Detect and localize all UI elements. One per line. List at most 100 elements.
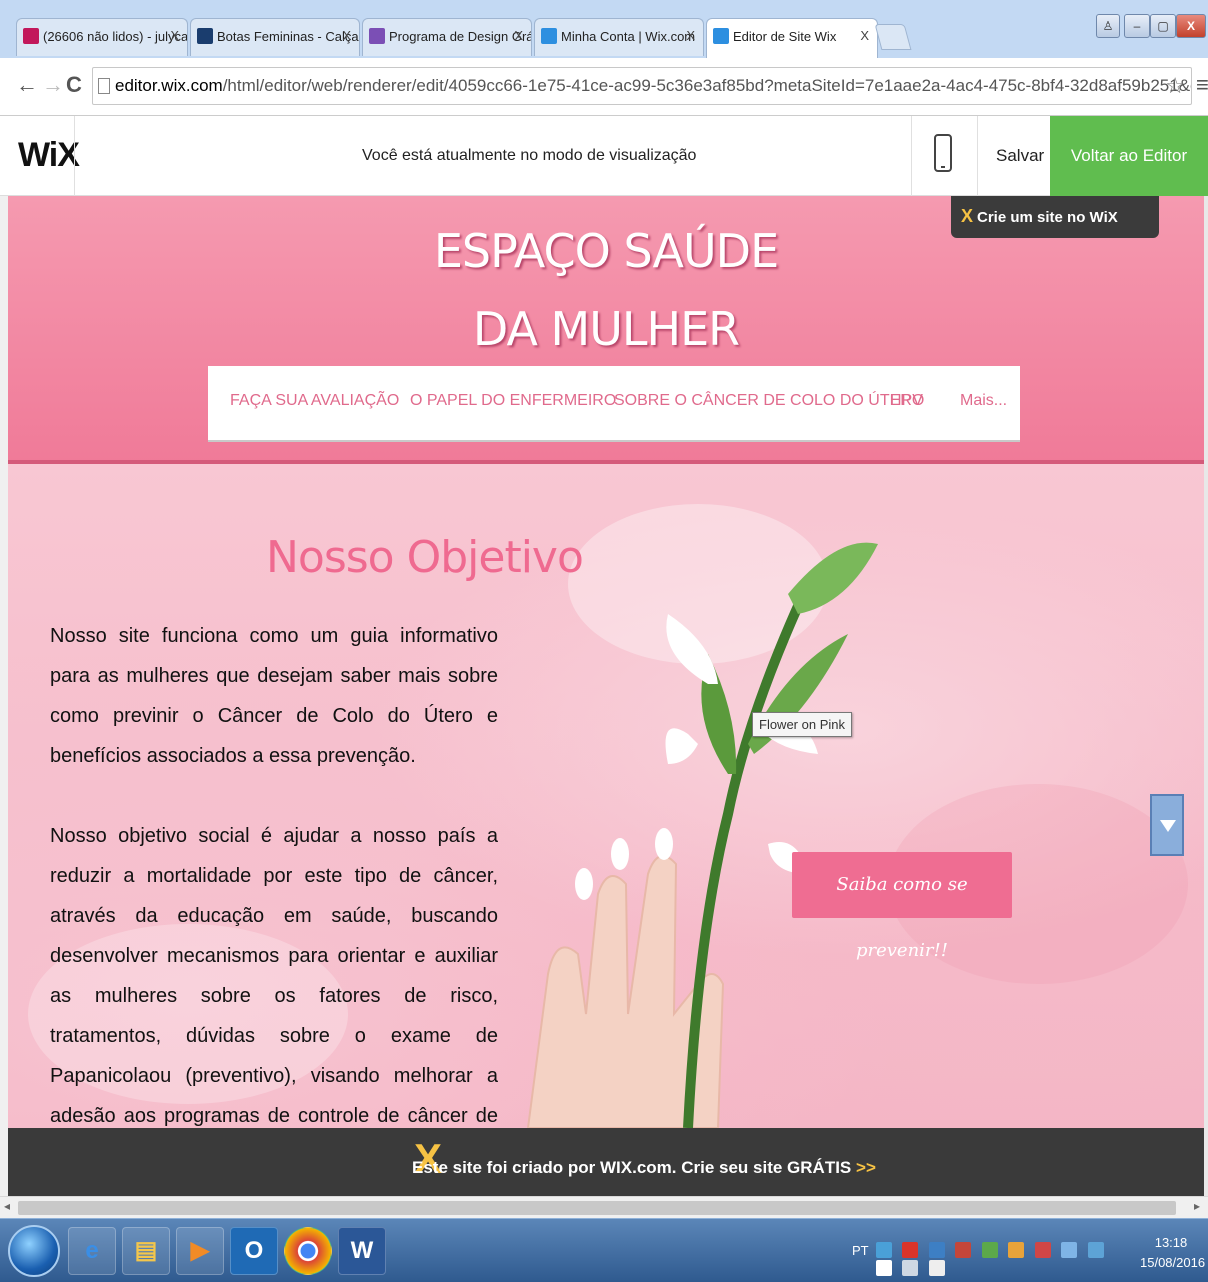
image-tooltip: Flower on Pink — [752, 712, 852, 737]
fingernail — [611, 838, 629, 870]
close-window-button[interactable]: X — [1176, 14, 1206, 38]
page-icon — [98, 78, 110, 94]
objective-paragraph-1: Nosso site funciona como um guia informa… — [50, 625, 498, 767]
user-icon[interactable]: ♙ — [1096, 14, 1120, 38]
site-title-line2: DA MULHER — [472, 302, 740, 356]
back-to-editor-button[interactable]: Voltar ao Editor — [1050, 116, 1208, 196]
language-indicator[interactable]: PT — [852, 1243, 869, 1258]
objective-section: Nosso Objetivo Nosso site funciona como … — [8, 464, 1204, 1167]
new-tab-button[interactable] — [874, 24, 912, 50]
prevent-cta-button[interactable]: Saiba como se prevenir!! — [792, 852, 1012, 961]
nav-item-cancer[interactable]: SOBRE O CÂNCER DE COLO DO ÚTERO — [614, 392, 924, 410]
tray-icon[interactable] — [1034, 1241, 1051, 1258]
forward-arrow-icon[interactable]: → — [42, 72, 64, 98]
url-path: /html/editor/web/renderer/edit/4059cc66-… — [222, 76, 1191, 95]
tray-icon[interactable] — [902, 1241, 919, 1258]
start-button[interactable] — [8, 1225, 60, 1277]
url-input[interactable]: editor.wix.com/html/editor/web/renderer/… — [92, 67, 1192, 105]
file-explorer-icon[interactable]: ▤ — [122, 1227, 170, 1275]
mobile-view-icon[interactable] — [934, 134, 952, 172]
site-preview: ESPAÇO SAÚDE DA MULHER FAÇA SUA AVALIAÇÃ… — [0, 196, 1208, 1196]
bookmark-star-icon[interactable]: ☆ — [1165, 73, 1185, 99]
tab-close-icon[interactable]: X — [342, 28, 351, 43]
tray-icon[interactable] — [1008, 1241, 1025, 1258]
system-tray — [876, 1241, 1136, 1276]
tray-icon[interactable] — [1087, 1241, 1104, 1258]
windows-taskbar: e ▤ ▶ O W PT 13:18 15/08/2016 — [0, 1218, 1208, 1282]
wix-favicon-icon — [541, 28, 557, 44]
url-host: editor.wix.com — [115, 76, 223, 95]
wix-ad-arrows: >> — [856, 1158, 876, 1177]
tab-gmail[interactable]: (26606 não lidos) - julycal X — [16, 18, 188, 56]
save-button[interactable]: Salvar — [996, 146, 1044, 166]
tray-icon[interactable] — [928, 1241, 945, 1258]
wix-preview-bar: WiX Você está atualmente no modo de visu… — [0, 116, 1208, 196]
tab-botas[interactable]: Botas Femininas - Calçado X — [190, 18, 360, 56]
nav-item-enfermeiro[interactable]: O PAPEL DO ENFERMEIRO — [410, 392, 616, 410]
tab-label: Programa de Design Gráf — [389, 29, 532, 44]
petal — [666, 614, 718, 684]
vertical-scrollbar[interactable] — [1204, 196, 1208, 1196]
tab-close-icon[interactable]: X — [860, 28, 869, 43]
wix-ad-text: Este site foi criado por WIX.com. Crie s… — [412, 1158, 876, 1178]
tab-wix-account[interactable]: Minha Conta | Wix.com X — [534, 18, 704, 56]
minimize-button[interactable]: – — [1124, 14, 1150, 38]
divider — [911, 116, 912, 196]
nav-item-avaliacao[interactable]: FAÇA SUA AVALIAÇÃO — [230, 392, 399, 410]
preview-mode-message: Você está atualmente no modo de visualiz… — [362, 147, 697, 164]
scroll-down-button[interactable] — [1150, 794, 1184, 856]
media-player-icon[interactable]: ▶ — [176, 1227, 224, 1275]
clock-time: 13:18 — [1154, 1235, 1188, 1250]
objective-paragraph-2: Nosso objetivo social é ajudar a nosso p… — [50, 825, 498, 1167]
create-site-label: Crie um site no WiX — [977, 209, 1118, 226]
site-nav-menu: FAÇA SUA AVALIAÇÃO O PAPEL DO ENFERMEIRO… — [208, 366, 1020, 442]
wix-logo: WiX — [18, 136, 80, 174]
internet-explorer-icon[interactable]: e — [68, 1227, 116, 1275]
browser-tab-bar: (26606 não lidos) - julycal X Botas Femi… — [0, 0, 1208, 58]
wix-x-icon: X — [961, 206, 974, 226]
reload-icon[interactable]: C — [66, 72, 82, 98]
flower-bud — [788, 542, 878, 614]
scroll-left-icon[interactable]: ◂ — [4, 1199, 10, 1213]
wix-ad-banner[interactable]: X Este site foi criado por WIX.com. Crie… — [8, 1128, 1204, 1196]
scroll-right-icon[interactable]: ▸ — [1194, 1199, 1200, 1213]
site-title: ESPAÇO SAÚDE DA MULHER — [8, 224, 1204, 356]
tab-close-icon[interactable]: X — [170, 28, 179, 43]
tray-icon[interactable] — [955, 1241, 972, 1258]
browser-menu-icon[interactable]: ≡ — [1196, 72, 1208, 98]
flag-icon[interactable] — [876, 1259, 892, 1276]
wix-favicon-icon — [713, 28, 729, 44]
create-site-badge[interactable]: X Crie um site no WiX — [951, 196, 1159, 238]
address-bar: ← → C editor.wix.com/html/editor/web/ren… — [0, 58, 1208, 116]
maximize-button[interactable]: ▢ — [1150, 14, 1176, 38]
tab-close-icon[interactable]: X — [686, 28, 695, 43]
scrollbar-thumb[interactable] — [18, 1201, 1176, 1215]
fingernail — [575, 868, 593, 900]
divider — [977, 116, 978, 196]
back-arrow-icon[interactable]: ← — [16, 72, 38, 98]
outlook-icon[interactable]: O — [230, 1227, 278, 1275]
tab-wix-editor[interactable]: Editor de Site Wix X — [706, 18, 878, 58]
chrome-icon[interactable] — [284, 1227, 332, 1275]
clock[interactable]: 13:18 15/08/2016 — [1140, 1233, 1206, 1273]
nav-item-hpv[interactable]: HPV — [890, 392, 923, 410]
tray-icon[interactable] — [876, 1241, 892, 1258]
horizontal-scrollbar[interactable]: ◂ ▸ — [0, 1196, 1208, 1218]
design-favicon-icon — [369, 28, 385, 44]
site-favicon-icon — [197, 28, 213, 44]
tab-design[interactable]: Programa de Design Gráf X — [362, 18, 532, 56]
tab-label: Editor de Site Wix — [733, 29, 837, 44]
tab-close-icon[interactable]: X — [514, 28, 523, 43]
tray-icon[interactable] — [981, 1241, 998, 1258]
tab-label: Minha Conta | Wix.com — [561, 29, 696, 44]
network-icon[interactable] — [902, 1259, 919, 1276]
mail-icon — [23, 28, 39, 44]
clock-date: 15/08/2016 — [1140, 1255, 1206, 1270]
volume-icon[interactable] — [928, 1259, 945, 1276]
nav-item-more[interactable]: Mais... — [960, 392, 1007, 410]
tray-icon[interactable] — [1061, 1241, 1078, 1258]
petal — [665, 728, 698, 764]
flower-on-pink-image — [526, 542, 878, 1128]
fingernail — [655, 828, 673, 860]
word-icon[interactable]: W — [338, 1227, 386, 1275]
